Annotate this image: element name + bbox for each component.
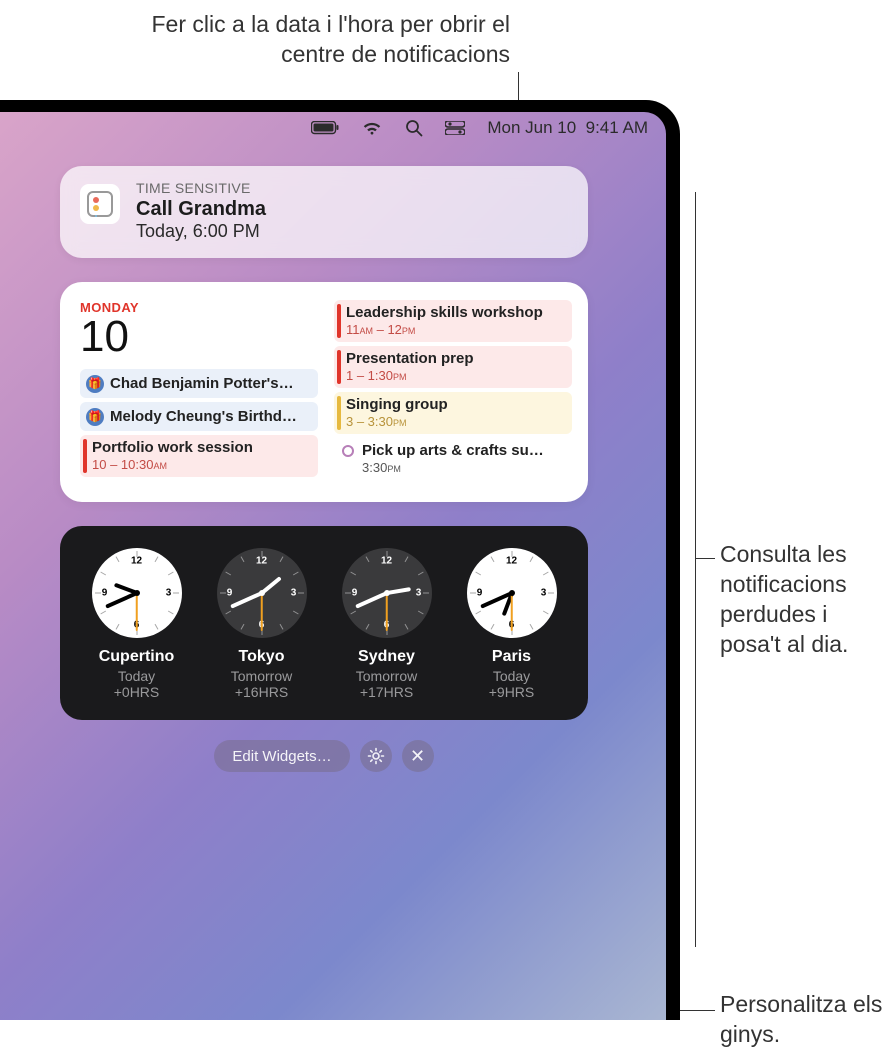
- menubar-datetime[interactable]: Mon Jun 10 9:41 AM: [487, 118, 648, 138]
- calendar-widget[interactable]: monday 10 🎁Chad Benjamin Potter's…🎁Melod…: [60, 282, 588, 502]
- gift-icon: 🎁: [86, 375, 104, 393]
- calendar-event[interactable]: Portfolio work session10 – 10:30am: [80, 435, 318, 477]
- clock-numeral: 12: [256, 556, 267, 567]
- clock-minute-hand: [355, 591, 388, 608]
- calendar-event-birthday[interactable]: 🎁 Melody Cheung's Birthd…: [80, 402, 318, 431]
- calendar-event-time: 10 – 10:30am: [92, 457, 167, 472]
- calendar-event-title: Chad Benjamin Potter's…: [110, 375, 310, 392]
- notification-time: Today, 6:00 PM: [136, 221, 266, 242]
- calendar-event[interactable]: Presentation prep1 – 1:30pm: [334, 346, 572, 388]
- clock-numeral: 9: [477, 588, 483, 599]
- close-button[interactable]: ✕: [402, 740, 434, 772]
- notification-center: time sensitive Call Grandma Today, 6:00 …: [60, 166, 588, 772]
- clock-item: 12369 Sydney Tomorrow +17HRS: [324, 548, 449, 700]
- clock-second-hand: [511, 593, 513, 631]
- clock-item: 12369 Cupertino Today +0HRS: [74, 548, 199, 700]
- calendar-event-title: Portfolio work session: [92, 439, 310, 456]
- world-clock-widget[interactable]: 12369 Cupertino Today +0HRS 12369 Tokyo …: [60, 526, 588, 720]
- calendar-event-title: Melody Cheung's Birthd…: [110, 408, 310, 425]
- wifi-icon[interactable]: [361, 120, 383, 136]
- clock-numeral: 3: [541, 588, 547, 599]
- clock-numeral: 9: [352, 588, 358, 599]
- calendar-day-number: 10: [80, 315, 318, 359]
- device-frame: Mon Jun 10 9:41 AM time sensitive Call G…: [0, 100, 680, 1020]
- gift-icon: 🎁: [86, 408, 104, 426]
- clock-item: 12369 Paris Today +9HRS: [449, 548, 574, 700]
- menubar-date: Mon Jun 10: [487, 118, 576, 137]
- clock-offset: +9HRS: [449, 684, 574, 700]
- event-color-bar: [83, 439, 87, 473]
- battery-icon[interactable]: [311, 121, 339, 135]
- calendar-event-time: 3 – 3:30pm: [346, 414, 407, 429]
- clock-relative-day: Today: [74, 668, 199, 684]
- event-color-circle: [342, 445, 354, 457]
- event-color-bar: [337, 396, 341, 430]
- calendar-event-time: 1 – 1:30pm: [346, 368, 407, 383]
- calendar-event[interactable]: Singing group3 – 3:30pm: [334, 392, 572, 434]
- clock-city: Paris: [449, 648, 574, 666]
- leader-line: [695, 192, 696, 947]
- clock-numeral: 12: [131, 556, 142, 567]
- event-color-bar: [337, 350, 341, 384]
- callout-top: Fer clic a la data i l'hora per obrir el…: [90, 10, 510, 70]
- leader-line: [695, 558, 715, 559]
- clock-numeral: 3: [166, 588, 172, 599]
- clock-minute-hand: [230, 591, 263, 608]
- clock-numeral: 3: [416, 588, 422, 599]
- calendar-event-title: Leadership skills workshop: [346, 304, 564, 321]
- close-icon: ✕: [410, 747, 425, 765]
- clock-hour-hand: [386, 587, 410, 595]
- clock-face: 12369: [467, 548, 557, 638]
- event-color-bar: [337, 304, 341, 338]
- calendar-event-title: Presentation prep: [346, 350, 564, 367]
- clock-offset: +16HRS: [199, 684, 324, 700]
- clock-city: Tokyo: [199, 648, 324, 666]
- clock-numeral: 12: [506, 556, 517, 567]
- calendar-event[interactable]: Pick up arts & crafts su…3:30pm: [334, 438, 572, 480]
- clock-relative-day: Today: [449, 668, 574, 684]
- clock-city: Sydney: [324, 648, 449, 666]
- menubar-time: 9:41 AM: [586, 118, 648, 137]
- clock-item: 12369 Tokyo Tomorrow +16HRS: [199, 548, 324, 700]
- calendar-event[interactable]: Leadership skills workshop11am – 12pm: [334, 300, 572, 342]
- calendar-event-title: Singing group: [346, 396, 564, 413]
- control-center-icon[interactable]: [445, 121, 465, 135]
- clock-relative-day: Tomorrow: [324, 668, 449, 684]
- reminders-icon: [80, 184, 120, 224]
- calendar-event-time: 11am – 12pm: [346, 322, 415, 337]
- clock-offset: +0HRS: [74, 684, 199, 700]
- clock-face: 12369: [217, 548, 307, 638]
- clock-offset: +17HRS: [324, 684, 449, 700]
- clock-relative-day: Tomorrow: [199, 668, 324, 684]
- clock-numeral: 9: [102, 588, 108, 599]
- callout-customize: Personalitza els ginys.: [720, 990, 890, 1050]
- clock-numeral: 9: [227, 588, 233, 599]
- clock-city: Cupertino: [74, 648, 199, 666]
- calendar-event-title: Pick up arts & crafts su…: [362, 442, 564, 459]
- screen: Mon Jun 10 9:41 AM time sensitive Call G…: [0, 112, 666, 1020]
- notification[interactable]: time sensitive Call Grandma Today, 6:00 …: [60, 166, 588, 258]
- notification-title: Call Grandma: [136, 198, 266, 221]
- widget-settings-button[interactable]: [360, 740, 392, 772]
- calendar-event-time: 3:30pm: [362, 460, 401, 475]
- clock-numeral: 3: [291, 588, 297, 599]
- callout-notifications: Consulta les notificacions perdudes i po…: [720, 540, 890, 660]
- calendar-event-birthday[interactable]: 🎁 Chad Benjamin Potter's…: [80, 369, 318, 398]
- edit-widgets-button[interactable]: Edit Widgets…: [214, 740, 349, 772]
- clock-numeral: 12: [381, 556, 392, 567]
- search-icon[interactable]: [405, 119, 423, 137]
- notification-tag: time sensitive: [136, 180, 266, 196]
- clock-face: 12369: [92, 548, 182, 638]
- clock-second-hand: [261, 593, 263, 631]
- clock-minute-hand: [105, 591, 138, 608]
- clock-face: 12369: [342, 548, 432, 638]
- clock-second-hand: [136, 593, 138, 631]
- menubar: Mon Jun 10 9:41 AM: [0, 112, 666, 144]
- clock-second-hand: [386, 593, 388, 631]
